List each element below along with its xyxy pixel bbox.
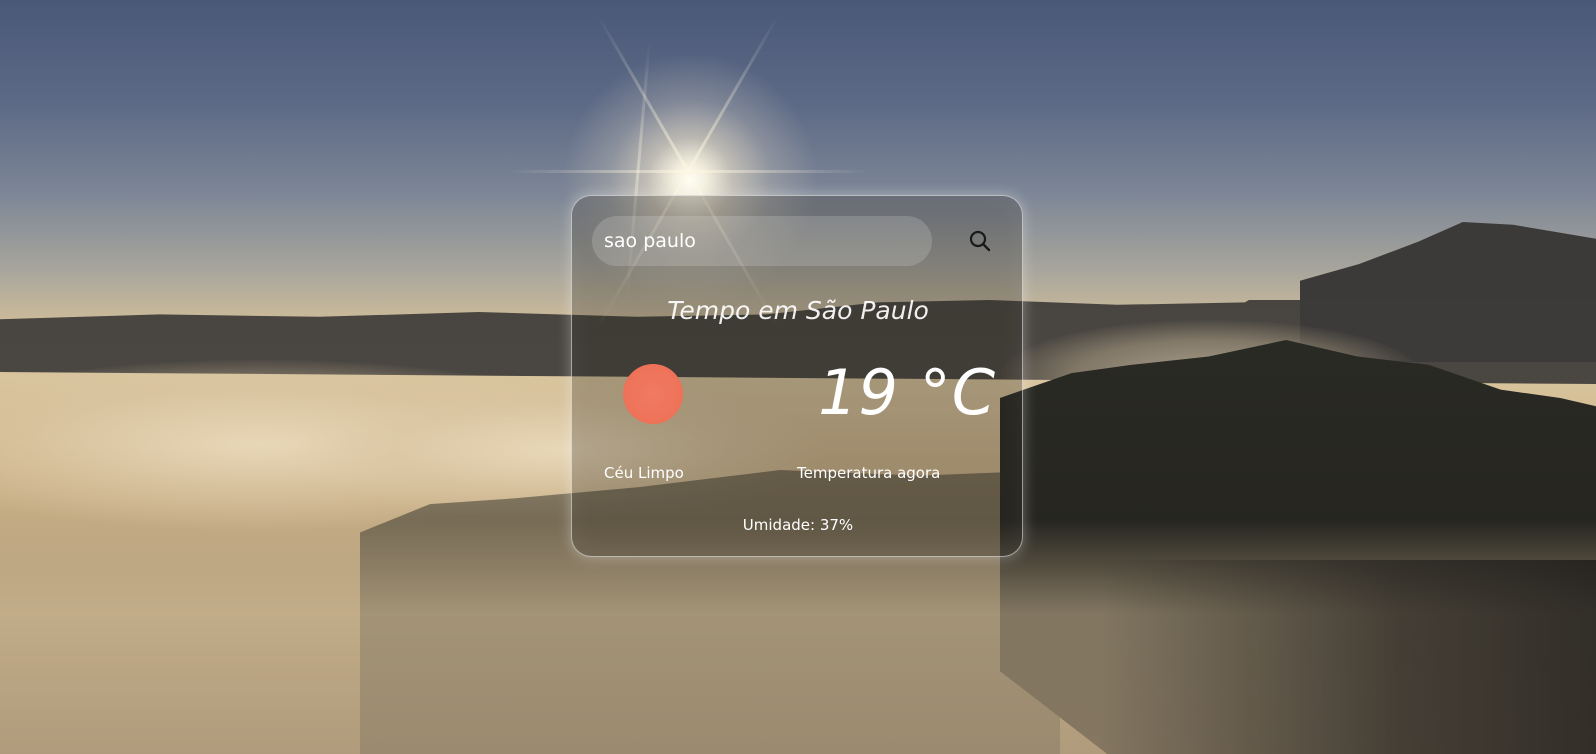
weather-condition: Céu Limpo <box>604 464 684 482</box>
weather-card: Tempo em São Paulo 19 °C Céu Limpo Tempe… <box>571 195 1023 557</box>
city-title: Tempo em São Paulo <box>667 296 929 325</box>
temperature-label: Temperatura agora <box>797 464 941 482</box>
temperature-value: 19 °C <box>818 356 996 429</box>
search-button[interactable] <box>964 225 996 257</box>
shadow-foreground <box>1100 560 1596 754</box>
search-bar <box>592 216 1004 266</box>
sun-icon <box>623 364 683 424</box>
city-search-input[interactable] <box>592 216 932 266</box>
search-icon <box>969 230 991 252</box>
humidity-value: Umidade: 37% <box>742 516 854 534</box>
